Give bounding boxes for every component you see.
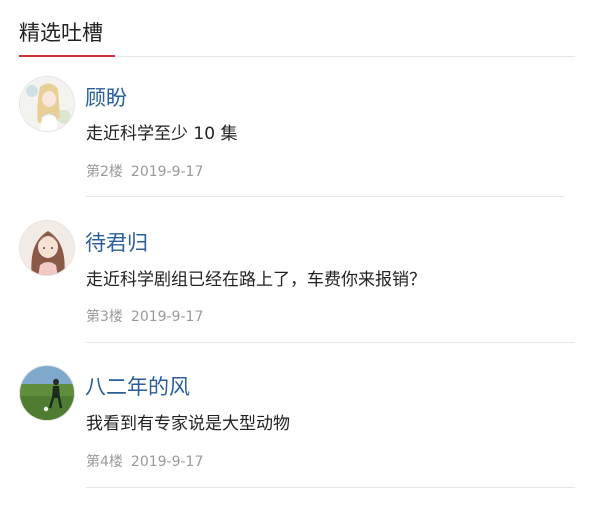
- anime-girl-avatar-icon[interactable]: [19, 220, 75, 276]
- comment-meta: 第3楼 2019-9-17: [86, 308, 203, 326]
- title-underline: [19, 55, 115, 57]
- floor-number: 第2楼: [86, 164, 123, 180]
- floor-number: 第4楼: [86, 454, 123, 470]
- comment-text: 我看到有专家说是大型动物: [86, 414, 290, 434]
- comment-divider: [86, 487, 575, 488]
- comment-meta: 第4楼 2019-9-17: [86, 453, 203, 471]
- comment-date: 2019-9-17: [130, 164, 204, 180]
- section-header: 精选吐槽: [19, 0, 575, 57]
- comment-divider: [86, 342, 575, 343]
- comment-date: 2019-9-17: [130, 309, 204, 325]
- comment-date: 2019-9-17: [130, 454, 204, 470]
- username[interactable]: 八二年的风: [85, 374, 190, 400]
- username[interactable]: 顾盼: [85, 85, 127, 111]
- soccer-field-avatar-icon[interactable]: [19, 365, 75, 421]
- comment-text: 走近科学至少 10 集: [86, 124, 238, 144]
- section-title: 精选吐槽: [19, 21, 103, 45]
- floor-number: 第3楼: [86, 309, 123, 325]
- comment-meta: 第2楼 2019-9-17: [86, 163, 203, 181]
- comments-page: 精选吐槽 顾盼 走近科学至少 10 集 第2楼 2019-9-17 待君归 走近…: [0, 0, 600, 513]
- username[interactable]: 待君归: [85, 230, 148, 256]
- anime-girl-avatar-icon[interactable]: [19, 76, 75, 132]
- comment-divider: [86, 196, 565, 197]
- comment-text: 走近科学剧组已经在路上了，车费你来报销？: [86, 270, 426, 290]
